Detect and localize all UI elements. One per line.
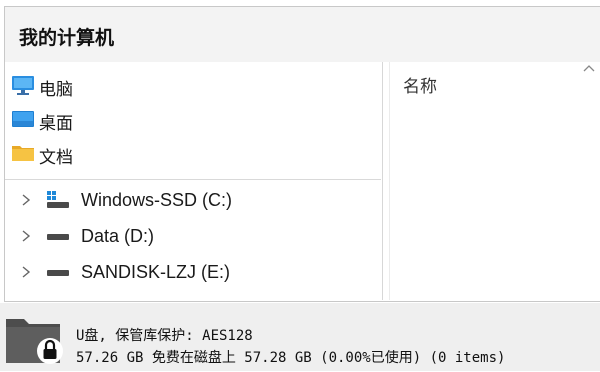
status-disk-space: 57.26 GB 免费在磁盘上 57.28 GB (0.00%已使用) (0 i… — [76, 350, 506, 366]
chevron-right-icon[interactable] — [19, 265, 33, 279]
locked-folder-icon — [4, 315, 64, 367]
nav-item-label: 桌面 — [39, 113, 73, 134]
pane-splitter[interactable] — [382, 62, 383, 300]
drive-label: Windows-SSD (C:) — [81, 189, 233, 210]
desktop-icon — [11, 108, 35, 135]
drive-icon — [47, 263, 69, 281]
nav-divider — [5, 179, 381, 180]
status-vault-info: U盘, 保管库保护: AES128 — [76, 328, 253, 344]
nav-item-computer[interactable]: 电脑 — [11, 72, 371, 102]
monitor-icon — [11, 74, 35, 101]
pane-divider — [389, 62, 390, 300]
explorer-window: 我的计算机 电脑 桌面 文档 Windows-SSD (C:) Data (D:… — [0, 0, 600, 371]
nav-item-desktop[interactable]: 桌面 — [11, 106, 371, 136]
drive-label: SANDISK-LZJ (E:) — [81, 261, 231, 282]
chevron-right-icon[interactable] — [19, 193, 33, 207]
window-title: 我的计算机 — [19, 27, 115, 49]
folder-icon — [11, 142, 35, 169]
nav-item-drive-e[interactable]: SANDISK-LZJ (E:) — [19, 256, 379, 288]
sort-up-icon[interactable] — [583, 60, 595, 72]
content-area: 电脑 桌面 文档 Windows-SSD (C:) Data (D:) SAND… — [4, 62, 600, 302]
nav-item-drive-c[interactable]: Windows-SSD (C:) — [19, 184, 379, 216]
drive-icon — [47, 227, 69, 245]
status-bar: U盘, 保管库保护: AES128 57.26 GB 免费在磁盘上 57.28 … — [0, 303, 600, 371]
title-bar: 我的计算机 — [4, 6, 600, 62]
navigation-pane[interactable]: 电脑 桌面 文档 Windows-SSD (C:) Data (D:) SAND… — [5, 62, 381, 300]
chevron-right-icon[interactable] — [19, 229, 33, 243]
nav-item-documents[interactable]: 文档 — [11, 140, 371, 170]
windows-drive-icon — [47, 191, 69, 209]
nav-item-label: 电脑 — [39, 79, 73, 100]
nav-item-drive-d[interactable]: Data (D:) — [19, 220, 379, 252]
nav-item-label: 文档 — [39, 147, 73, 168]
column-header-name[interactable]: 名称 — [403, 72, 437, 97]
drive-label: Data (D:) — [81, 225, 155, 246]
